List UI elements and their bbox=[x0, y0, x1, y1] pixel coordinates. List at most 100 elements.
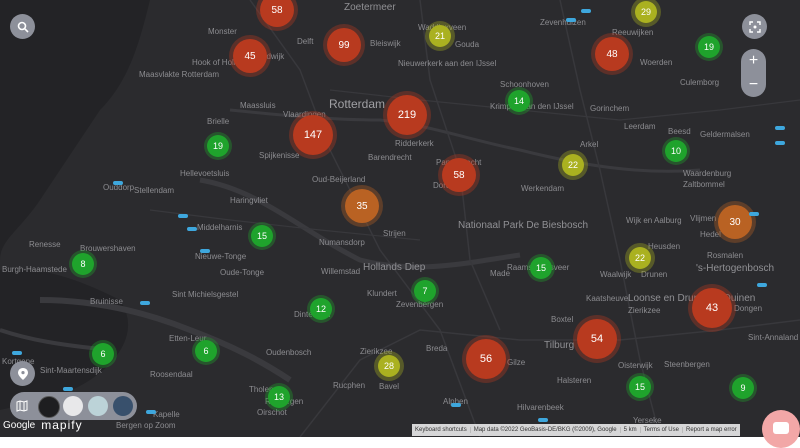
cluster-marker[interactable]: 12 bbox=[310, 298, 332, 320]
cluster-count: 13 bbox=[273, 392, 284, 402]
place-label: Renesse bbox=[29, 240, 61, 249]
vehicle-marker[interactable] bbox=[757, 283, 767, 287]
cluster-marker[interactable]: 13 bbox=[268, 386, 290, 408]
vehicle-marker[interactable] bbox=[12, 351, 22, 355]
keyboard-shortcuts-link[interactable]: Keyboard shortcuts bbox=[412, 427, 470, 433]
zoom-control: + − bbox=[741, 49, 766, 97]
cluster-count: 43 bbox=[705, 302, 719, 314]
place-label: Woerden bbox=[640, 58, 673, 67]
cluster-count: 48 bbox=[606, 48, 618, 60]
cluster-marker[interactable]: 21 bbox=[429, 25, 451, 47]
place-label: Hellevoetsluis bbox=[180, 169, 230, 178]
cluster-marker[interactable]: 45 bbox=[233, 39, 267, 73]
cluster-count: 28 bbox=[383, 361, 394, 371]
style-light-swatch[interactable] bbox=[63, 396, 83, 416]
map-style-switcher bbox=[10, 392, 137, 420]
zoom-in-button[interactable]: + bbox=[749, 53, 758, 69]
cluster-count: 54 bbox=[590, 333, 604, 345]
cluster-marker[interactable]: 14 bbox=[508, 90, 530, 112]
vehicle-marker[interactable] bbox=[451, 403, 461, 407]
cluster-marker[interactable]: 30 bbox=[718, 205, 752, 239]
cluster-marker[interactable]: 19 bbox=[698, 36, 720, 58]
place-label: Beesd bbox=[668, 127, 691, 136]
zoom-out-button[interactable]: − bbox=[749, 77, 758, 93]
place-label: Nieuwerkerk aan den IJssel bbox=[398, 59, 497, 68]
place-label: Zevenbergen bbox=[396, 300, 444, 309]
cluster-marker[interactable]: 29 bbox=[635, 1, 657, 23]
cluster-marker[interactable]: 35 bbox=[345, 189, 379, 223]
place-label: Strijen bbox=[383, 229, 406, 238]
my-location-button[interactable] bbox=[10, 361, 35, 386]
vehicle-marker[interactable] bbox=[566, 18, 576, 22]
cluster-marker[interactable]: 9 bbox=[732, 377, 754, 399]
map-icon[interactable] bbox=[16, 399, 28, 417]
cluster-marker[interactable]: 19 bbox=[207, 135, 229, 157]
terms-link[interactable]: Terms of Use bbox=[639, 427, 682, 433]
cluster-marker[interactable]: 7 bbox=[414, 280, 436, 302]
attribution-bar: Keyboard shortcuts Map data ©2022 GeoBas… bbox=[412, 424, 740, 436]
search-button[interactable] bbox=[10, 14, 35, 39]
vehicle-marker[interactable] bbox=[187, 227, 197, 231]
cluster-count: 15 bbox=[256, 231, 267, 241]
place-label: Sint Michielsgestel bbox=[172, 290, 239, 299]
place-label: Waardenburg bbox=[683, 169, 732, 178]
place-label: Heusden bbox=[648, 242, 681, 251]
place-label: Dongen bbox=[734, 304, 763, 313]
cluster-marker[interactable]: 56 bbox=[466, 339, 506, 379]
cluster-marker[interactable]: 10 bbox=[665, 140, 687, 162]
place-label: Hedel bbox=[700, 230, 721, 239]
cluster-marker[interactable]: 22 bbox=[562, 154, 584, 176]
cluster-marker[interactable]: 6 bbox=[92, 343, 114, 365]
cluster-count: 58 bbox=[271, 4, 283, 16]
chat-button[interactable] bbox=[762, 410, 800, 448]
style-dark-swatch[interactable] bbox=[38, 396, 60, 418]
cluster-marker[interactable]: 8 bbox=[72, 253, 94, 275]
cluster-marker[interactable]: 219 bbox=[387, 95, 427, 135]
cluster-count: 21 bbox=[434, 31, 445, 41]
vehicle-marker[interactable] bbox=[749, 212, 759, 216]
cluster-marker[interactable]: 15 bbox=[251, 225, 273, 247]
vehicle-marker[interactable] bbox=[200, 249, 210, 253]
cluster-marker[interactable]: 22 bbox=[629, 247, 651, 269]
cluster-marker[interactable]: 6 bbox=[195, 340, 217, 362]
cluster-count: 58 bbox=[453, 169, 465, 181]
vehicle-marker[interactable] bbox=[581, 9, 591, 13]
cluster-marker[interactable]: 99 bbox=[327, 28, 361, 62]
cluster-marker[interactable]: 147 bbox=[293, 115, 333, 155]
vehicle-marker[interactable] bbox=[178, 214, 188, 218]
cluster-marker[interactable]: 54 bbox=[577, 319, 617, 359]
cluster-marker[interactable]: 15 bbox=[629, 376, 651, 398]
report-error-link[interactable]: Report a map error bbox=[681, 427, 740, 433]
vehicle-marker[interactable] bbox=[775, 141, 785, 145]
place-label: Burgh-Haamstede bbox=[2, 265, 67, 274]
place-label: Gouda bbox=[455, 40, 480, 49]
vehicle-marker[interactable] bbox=[113, 181, 123, 185]
place-label: Klundert bbox=[367, 289, 397, 298]
vehicle-marker[interactable] bbox=[538, 418, 548, 422]
cluster-marker[interactable]: 48 bbox=[595, 37, 629, 71]
place-label: Sint-Annaland bbox=[748, 333, 799, 342]
place-label: Oudenbosch bbox=[266, 348, 312, 357]
cluster-count: 9 bbox=[740, 383, 746, 393]
place-label: Numansdorp bbox=[319, 238, 365, 247]
cluster-marker[interactable]: 43 bbox=[692, 288, 732, 328]
cluster-count: 22 bbox=[567, 160, 578, 170]
vehicle-marker[interactable] bbox=[63, 387, 73, 391]
vehicle-marker[interactable] bbox=[146, 410, 156, 414]
cluster-marker[interactable]: 28 bbox=[378, 355, 400, 377]
fullscreen-button[interactable] bbox=[742, 14, 767, 39]
place-label: Gorinchem bbox=[590, 104, 630, 113]
place-label: Zaltbommel bbox=[683, 180, 725, 189]
map-canvas[interactable]: ZoetermeerMonsterDelftBleiswijkWaddinxve… bbox=[0, 0, 800, 437]
place-label: Middelharnis bbox=[197, 223, 243, 232]
cluster-marker[interactable]: 58 bbox=[442, 158, 476, 192]
search-icon bbox=[17, 21, 29, 33]
style-satellite-swatch[interactable] bbox=[113, 396, 133, 416]
vehicle-marker[interactable] bbox=[140, 301, 150, 305]
vehicle-marker[interactable] bbox=[775, 126, 785, 130]
mapify-logo: mapify bbox=[41, 418, 83, 432]
place-label: Barendrecht bbox=[368, 153, 412, 162]
style-terrain-swatch[interactable] bbox=[88, 396, 108, 416]
cluster-marker[interactable]: 15 bbox=[530, 257, 552, 279]
place-label: Haringvliet bbox=[230, 196, 268, 205]
